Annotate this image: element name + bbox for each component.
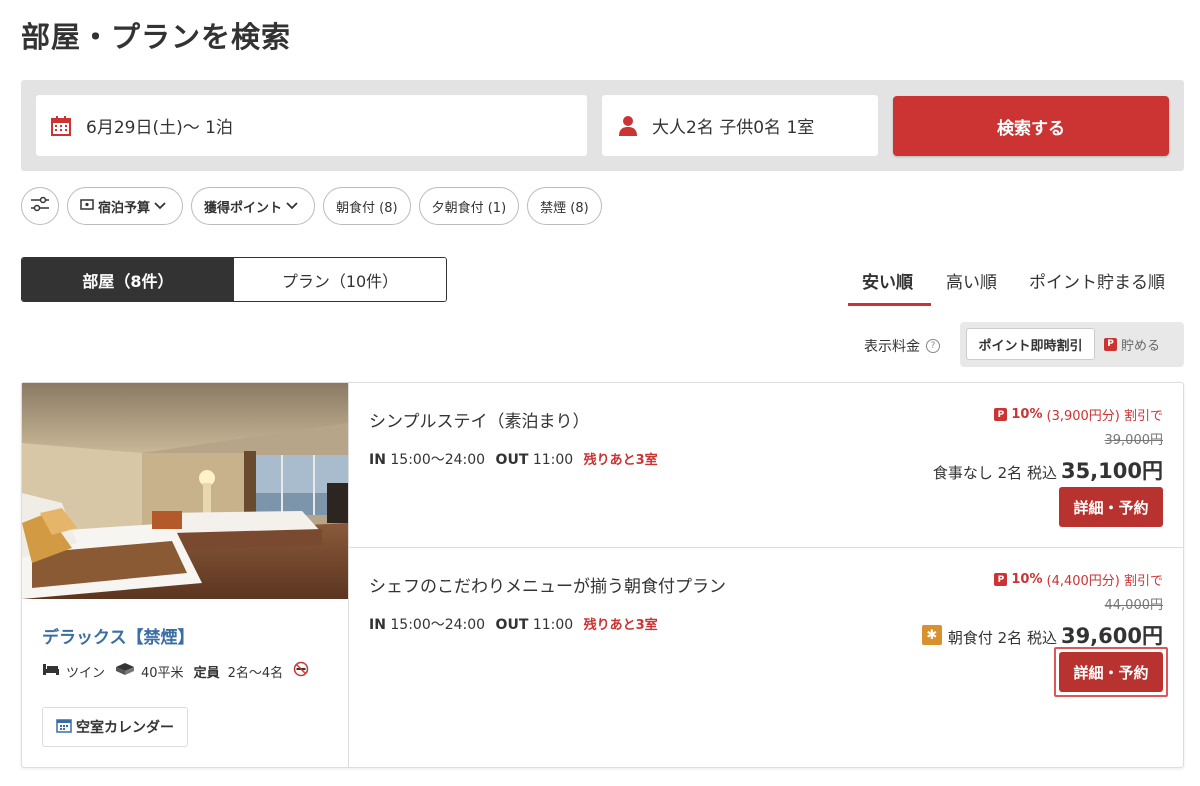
- plan-times: IN 15:00〜24:00 OUT 11:00 残りあと3室: [369, 449, 658, 469]
- points-filter-label: 獲得ポイント: [204, 200, 283, 216]
- room-size-text: 40平米: [141, 665, 184, 681]
- wallet-icon: [80, 198, 98, 214]
- bed-icon: [42, 662, 66, 680]
- original-price: 44,000円: [1104, 598, 1164, 613]
- help-icon[interactable]: ?: [926, 339, 940, 353]
- guests-value: 大人2名 子供0名 1室: [652, 118, 815, 138]
- filter-sliders-icon: [26, 196, 54, 216]
- active-sort-underline: [848, 303, 931, 306]
- sort-cheapest[interactable]: 安い順: [862, 268, 913, 293]
- calendar-icon: [50, 115, 72, 137]
- detail-reserve-button[interactable]: 詳細・予約: [1059, 487, 1163, 527]
- checkin-time: 15:00〜24:00: [390, 452, 486, 468]
- discount-percent: 10%: [1011, 407, 1043, 422]
- plan-row: シェフのこだわりメニューが揃う朝食付プラン IN 15:00〜24:00 OUT…: [349, 548, 1183, 712]
- room-card: デラックス【禁煙】 ツイン 40平米 定員 2名〜4名 空室カレンダー シンプル…: [21, 382, 1184, 768]
- room-bed-text: ツイン: [66, 665, 106, 681]
- option-instant-discount[interactable]: ポイント即時割引: [966, 328, 1095, 360]
- discount-detail: (4,400円分) 割引で: [1046, 574, 1164, 589]
- final-price: 39,600円: [1060, 624, 1163, 648]
- room-size: 40平米: [115, 662, 184, 681]
- original-price: 39,000円: [1104, 433, 1164, 448]
- price-display-text: 表示料金: [864, 339, 920, 355]
- room-info: デラックス【禁煙】 ツイン 40平米 定員 2名〜4名 空室カレンダー: [22, 599, 348, 767]
- calendar-icon: [56, 717, 76, 737]
- plan-name[interactable]: シェフのこだわりメニューが揃う朝食付プラン: [369, 572, 726, 597]
- filter-chip-non-smoking[interactable]: 禁煙 (8): [527, 187, 602, 225]
- chevron-down-icon: [150, 199, 170, 214]
- checkout-label: OUT: [495, 452, 529, 468]
- checkin-label: IN: [369, 617, 386, 633]
- points-filter[interactable]: 獲得ポイント: [191, 187, 316, 225]
- filter-chip-dinner-breakfast[interactable]: 夕朝食付 (1): [418, 187, 520, 225]
- room-specs: ツイン 40平米 定員 2名〜4名: [42, 661, 315, 681]
- rooms-left: 残りあと3室: [583, 453, 658, 468]
- floor-area-icon: [115, 662, 141, 680]
- capacity-label: 定員: [193, 665, 220, 681]
- date-field[interactable]: 6月29日(土)〜 1泊: [36, 95, 587, 156]
- room-name[interactable]: デラックス【禁煙】: [42, 623, 195, 648]
- price-line: 食事なし 2名 税込 35,100円: [933, 455, 1163, 485]
- discount-detail: (3,900円分) 割引で: [1046, 409, 1164, 424]
- search-button[interactable]: 検索する: [893, 96, 1169, 156]
- availability-calendar-button[interactable]: 空室カレンダー: [42, 707, 188, 747]
- person-icon: [618, 115, 638, 137]
- capacity-value: 2名〜4名: [227, 665, 284, 681]
- filter-chip-breakfast[interactable]: 朝食付 (8): [323, 187, 411, 225]
- breakfast-icon: ✱: [921, 625, 942, 645]
- plan-row: シンプルステイ（素泊まり） IN 15:00〜24:00 OUT 11:00 残…: [349, 383, 1183, 547]
- filter-settings-button[interactable]: [21, 187, 59, 225]
- detail-reserve-button[interactable]: 詳細・予約: [1059, 652, 1163, 692]
- checkout-label: OUT: [495, 617, 529, 633]
- date-value: 6月29日(土)〜 1泊: [86, 118, 233, 138]
- availability-calendar-label: 空室カレンダー: [76, 720, 174, 736]
- price-display-toggle: ポイント即時割引 P 貯める: [960, 322, 1184, 367]
- sort-expensive[interactable]: 高い順: [946, 268, 997, 293]
- discount-percent: 10%: [1011, 572, 1043, 587]
- room-photo[interactable]: [22, 383, 348, 599]
- checkin-time: 15:00〜24:00: [390, 617, 486, 633]
- checkout-time: 11:00: [532, 452, 574, 468]
- budget-filter[interactable]: 宿泊予算: [67, 187, 184, 225]
- tab-rooms[interactable]: 部屋（8件）: [22, 258, 234, 301]
- result-tabs: 部屋（8件） プラン（10件）: [21, 257, 447, 302]
- search-bar: 6月29日(土)〜 1泊 大人2名 子供0名 1室 検索する: [21, 80, 1184, 171]
- room-capacity: 定員 2名〜4名: [194, 662, 284, 681]
- final-price: 35,100円: [1060, 459, 1163, 483]
- checkin-label: IN: [369, 452, 386, 468]
- discount-info: P 10% (3,900円分) 割引で: [994, 405, 1163, 424]
- sort-points[interactable]: ポイント貯まる順: [1029, 268, 1165, 293]
- points-badge-icon: P: [994, 408, 1008, 421]
- rooms-left: 残りあと3室: [583, 618, 658, 633]
- price-display-label: 表示料金 ?: [864, 336, 940, 356]
- tab-plans[interactable]: プラン（10件）: [234, 258, 446, 301]
- points-badge-icon: P: [1104, 337, 1117, 351]
- budget-filter-label: 宿泊予算: [98, 200, 151, 216]
- room-bed: ツイン: [42, 662, 105, 681]
- meal-text: 食事なし 2名 税込: [932, 464, 1057, 482]
- checkout-time: 11:00: [532, 617, 574, 633]
- points-badge-icon: P: [994, 573, 1008, 586]
- option-save-points[interactable]: P 貯める: [1104, 328, 1160, 360]
- chevron-down-icon: [282, 199, 302, 214]
- discount-info: P 10% (4,400円分) 割引で: [994, 570, 1163, 589]
- plan-name[interactable]: シンプルステイ（素泊まり）: [369, 407, 590, 432]
- page-title: 部屋・プランを検索: [21, 20, 292, 54]
- guests-field[interactable]: 大人2名 子供0名 1室: [602, 95, 878, 156]
- price-line: ✱ 朝食付 2名 税込 39,600円: [921, 620, 1163, 650]
- filter-chips: 宿泊予算 獲得ポイント 朝食付 (8) 夕朝食付 (1) 禁煙 (8): [21, 187, 610, 225]
- plan-times: IN 15:00〜24:00 OUT 11:00 残りあと3室: [369, 614, 658, 634]
- option-save-points-label: 貯める: [1121, 338, 1161, 354]
- no-smoking-icon: [293, 661, 315, 681]
- meal-text: 朝食付 2名 税込: [947, 629, 1057, 647]
